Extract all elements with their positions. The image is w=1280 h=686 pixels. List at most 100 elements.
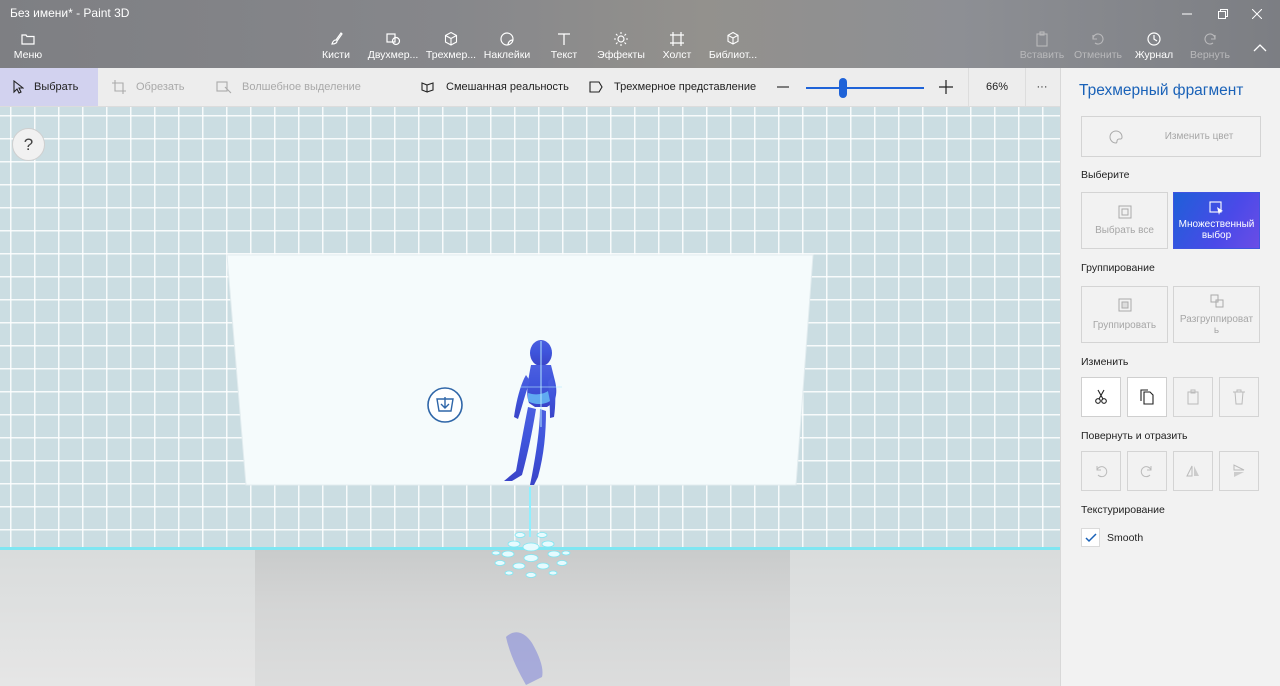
close-button[interactable] <box>1240 0 1274 28</box>
group-button[interactable]: Группировать <box>1081 286 1168 343</box>
canvas-icon <box>670 32 684 46</box>
help-button[interactable]: ? <box>12 128 45 161</box>
flip-vertical-button[interactable] <box>1219 451 1259 491</box>
paste-label: Вставить <box>1019 49 1065 61</box>
mixed-reality-button[interactable]: Смешанная реальность <box>420 68 569 106</box>
history-icon <box>1147 32 1161 46</box>
title-bar: Без имени* - Paint 3D Меню Кисти Двухмер… <box>0 0 1280 68</box>
multi-select-button[interactable]: Множественный выбор <box>1173 192 1260 249</box>
crop-button[interactable]: Обрезать <box>112 68 185 106</box>
tool-text[interactable]: Текст <box>548 30 580 66</box>
effects-icon <box>614 32 628 46</box>
undo-label: Отменить <box>1074 49 1122 61</box>
trash-icon <box>1233 389 1245 405</box>
3d-view-badge[interactable] <box>427 387 463 423</box>
view-3d-label: Трехмерное представление <box>614 81 757 93</box>
folder-icon <box>21 34 35 45</box>
tool-2d-shapes[interactable]: Двухмер... <box>368 30 418 66</box>
properties-panel: Трехмерный фрагмент Изменить цвет Выбери… <box>1060 68 1280 686</box>
history-label: Журнал <box>1134 49 1174 61</box>
collapse-ribbon-button[interactable] <box>1243 34 1277 62</box>
select-all-label: Выбрать все <box>1095 225 1154 236</box>
undo-button[interactable]: Отменить <box>1074 30 1122 66</box>
canvas-area[interactable]: ? <box>0 107 1060 686</box>
rotate-left-button[interactable] <box>1081 451 1121 491</box>
library-icon <box>727 31 739 45</box>
tool-stickers[interactable]: Наклейки <box>484 30 530 66</box>
history-button[interactable]: Журнал <box>1134 30 1174 66</box>
group-label: Группировать <box>1092 320 1157 331</box>
smooth-label: Smooth <box>1107 531 1144 544</box>
window-title: Без имени* - Paint 3D <box>10 6 130 20</box>
cursor-icon <box>13 80 24 94</box>
tool-effects[interactable]: Эффекты <box>597 30 645 66</box>
z-axis-gizmo[interactable] <box>491 487 571 578</box>
flip-horizontal-button[interactable] <box>1173 451 1213 491</box>
ungroup-icon <box>1210 294 1223 307</box>
menu-label: Меню <box>13 49 43 61</box>
mixed-reality-label: Смешанная реальность <box>446 81 569 93</box>
zoom-in-button[interactable] <box>938 68 964 106</box>
tool-label: Библиот... <box>708 49 758 61</box>
view-3d-button[interactable]: Трехмерное представление <box>588 68 756 106</box>
copy-button[interactable] <box>1127 377 1167 417</box>
chevron-up-icon <box>1253 44 1267 52</box>
edit-section-label: Изменить <box>1081 356 1129 368</box>
smooth-checkbox[interactable] <box>1081 528 1100 547</box>
multi-select-label: Множественный выбор <box>1178 218 1255 241</box>
rotate-section-label: Повернуть и отразить <box>1081 430 1188 442</box>
scene <box>226 254 814 685</box>
redo-button[interactable]: Вернуть <box>1188 30 1232 66</box>
palette-icon <box>1109 129 1123 144</box>
tool-label: Холст <box>662 49 692 61</box>
change-color-label: Изменить цвет <box>1164 131 1234 142</box>
tool-3d-shapes[interactable]: Трехмер... <box>426 30 476 66</box>
maximize-button[interactable] <box>1206 0 1240 28</box>
zoom-value: 66% <box>985 81 1009 93</box>
plus-icon <box>939 80 953 94</box>
paste-button[interactable]: Вставить <box>1020 30 1064 66</box>
crop-icon <box>112 80 126 94</box>
magic-select-icon <box>216 81 232 94</box>
tool-label: Наклейки <box>483 49 531 61</box>
tool-canvas[interactable]: Холст <box>660 30 694 66</box>
3d-shapes-icon <box>444 31 458 46</box>
zoom-slider-thumb[interactable] <box>838 78 847 98</box>
ungroup-button[interactable]: Разгруппировать <box>1173 286 1260 343</box>
zoom-out-button[interactable] <box>776 68 800 106</box>
minimize-button[interactable] <box>1170 0 1204 28</box>
magic-select-button[interactable]: Волшебное выделение <box>216 68 361 106</box>
crop-label: Обрезать <box>136 81 185 93</box>
rotate-right-button[interactable] <box>1127 451 1167 491</box>
menu-button[interactable]: Меню <box>10 30 46 66</box>
help-icon: ? <box>23 134 34 154</box>
tool-library[interactable]: Библиот... <box>708 30 758 66</box>
paste-panel-button[interactable] <box>1173 377 1213 417</box>
select-button[interactable]: Выбрать <box>0 68 98 106</box>
redo-icon <box>1204 33 1216 45</box>
more-button[interactable]: ··· <box>1030 68 1054 106</box>
magic-select-label: Волшебное выделение <box>242 81 361 93</box>
select-label: Выбрать <box>34 81 79 93</box>
grouping-section-label: Группирование <box>1081 262 1155 274</box>
zoom-slider[interactable] <box>806 87 924 89</box>
tool-label: Кисти <box>322 49 350 61</box>
cut-button[interactable] <box>1081 377 1121 417</box>
ungroup-label: Разгруппировать <box>1179 313 1254 336</box>
smooth-option[interactable]: Smooth <box>1081 528 1143 547</box>
paste-icon <box>1036 31 1048 47</box>
change-color-button[interactable]: Изменить цвет <box>1081 116 1261 157</box>
scissors-icon <box>1095 389 1107 404</box>
select-section-label: Выберите <box>1081 169 1130 181</box>
paste-icon <box>1187 389 1199 405</box>
rotate-left-icon <box>1096 466 1108 478</box>
delete-button[interactable] <box>1219 377 1259 417</box>
tool-label: Двухмер... <box>367 49 419 61</box>
select-all-button[interactable]: Выбрать все <box>1081 192 1168 249</box>
checkmark-icon <box>1084 532 1097 542</box>
tool-brushes[interactable]: Кисти <box>318 30 354 66</box>
zoom-level[interactable]: 66% <box>968 68 1026 106</box>
stickers-icon <box>500 32 514 46</box>
figure-reflection <box>506 632 543 685</box>
minimize-icon <box>1182 13 1192 15</box>
